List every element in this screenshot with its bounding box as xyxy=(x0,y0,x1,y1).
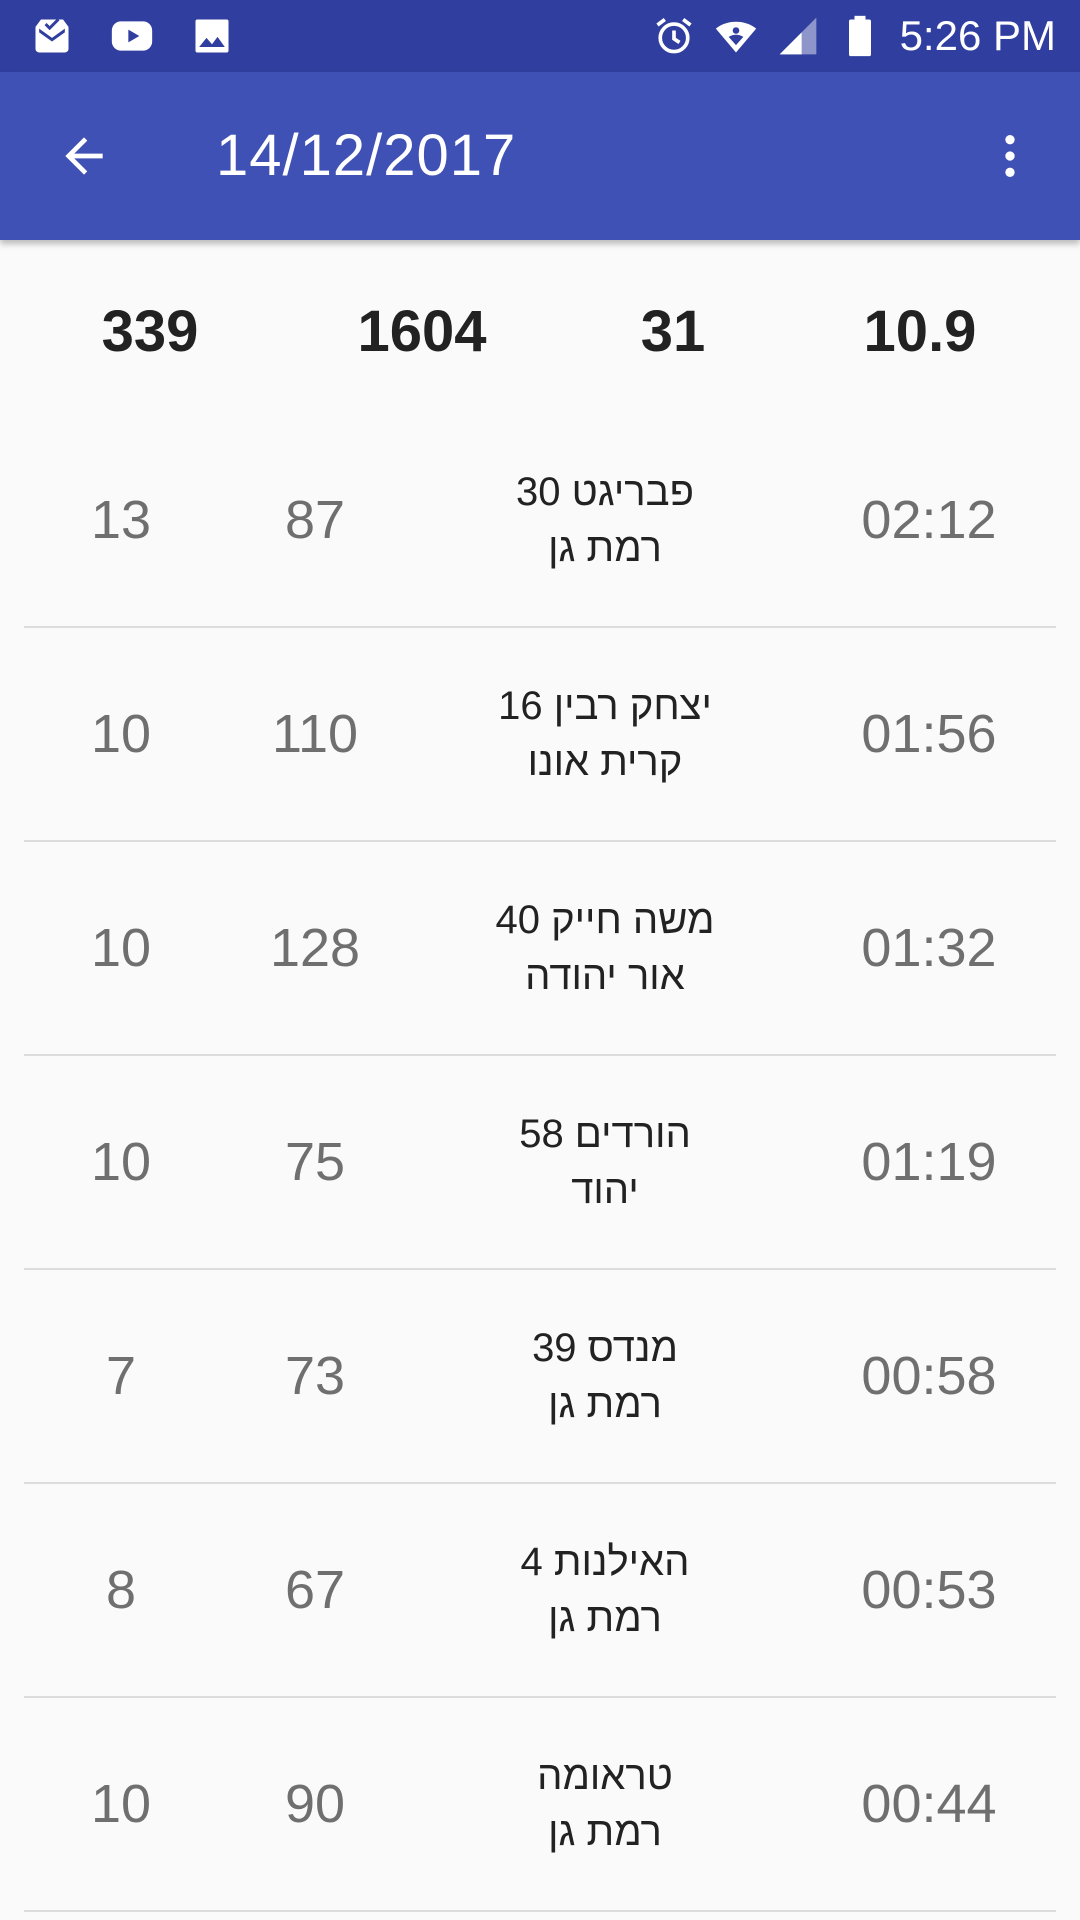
list-item-street: יצחק רבין 16 xyxy=(498,684,712,728)
list-item[interactable]: 8 67 האילנות 4 רמת גן 00:53 xyxy=(24,1484,1056,1698)
signal-icon xyxy=(779,17,816,55)
list-item-value-1: 13 xyxy=(90,490,152,550)
list-item-time: 02:12 xyxy=(861,490,997,550)
more-options-button[interactable] xyxy=(970,116,1050,196)
list-item-street: טראומה xyxy=(537,1754,673,1798)
list-item-value-1: 10 xyxy=(90,704,152,764)
list-item-value-1: 10 xyxy=(90,1774,152,1834)
list-item-street: משה חייק 40 xyxy=(495,898,715,942)
list-item-value-2: 73 xyxy=(284,1346,346,1406)
list-item-value-1: 10 xyxy=(90,1132,152,1192)
list-item-time: 00:58 xyxy=(861,1346,997,1406)
list-item[interactable]: 10 128 משה חייק 40 אור יהודה 01:32 xyxy=(24,842,1056,1056)
alarm-icon xyxy=(655,18,692,54)
battery-icon xyxy=(848,15,871,57)
list-item-value-2: 87 xyxy=(284,490,346,550)
summary-row: 339 1604 31 10.9 xyxy=(0,240,1080,420)
back-button[interactable] xyxy=(44,116,124,196)
list-item-address: יצחק רבין 16 קרית אונו xyxy=(498,678,712,790)
list-item-street: האילנות 4 xyxy=(520,1540,690,1584)
list-item-address: האילנות 4 רמת גן xyxy=(520,1534,689,1646)
wifi-icon xyxy=(715,21,756,53)
list-item[interactable]: 10 90 טראומה רמת גן 00:44 xyxy=(24,1698,1056,1912)
summary-value-2: 1604 xyxy=(357,299,487,364)
list-item-street: מנדס 39 xyxy=(532,1326,678,1370)
list-item-value-2: 75 xyxy=(284,1132,346,1192)
list-item-city: רמת גן xyxy=(548,1382,662,1426)
summary-value-3: 31 xyxy=(640,299,706,364)
list-item-city: רמת גן xyxy=(548,1810,662,1854)
arrow-back-icon xyxy=(65,137,103,175)
list-item-value-2: 67 xyxy=(284,1560,346,1620)
list-item-address: הורדים 58 יהוד xyxy=(519,1106,691,1218)
list-item-city: רמת גן xyxy=(548,526,662,570)
list-item[interactable]: 10 110 יצחק רבין 16 קרית אונו 01:56 xyxy=(24,628,1056,842)
list-item-street: פבריגט 30 xyxy=(516,470,694,514)
list-item-value-2: 110 xyxy=(271,704,359,764)
list-item[interactable]: 13 87 פבריגט 30 רמת גן 02:12 xyxy=(24,414,1056,628)
list-item[interactable]: 7 73 מנדס 39 רמת גן 00:58 xyxy=(24,1270,1056,1484)
list-item-time: 01:19 xyxy=(861,1132,997,1192)
list-item-address: פבריגט 30 רמת גן xyxy=(516,464,694,576)
status-bar: 5:26 PM xyxy=(0,0,1080,72)
list-item-address: טראומה רמת גן xyxy=(537,1748,673,1860)
list-item-time: 00:53 xyxy=(861,1560,997,1620)
youtube-icon xyxy=(111,21,153,51)
list-item-address: מנדס 39 רמת גן xyxy=(532,1320,678,1432)
status-right-icons: 5:26 PM xyxy=(652,10,1056,62)
list-item-time: 01:56 xyxy=(861,704,997,764)
list-item-city: רמת גן xyxy=(548,1596,662,1640)
list-item-street: הורדים 58 xyxy=(519,1112,691,1156)
status-time: 5:26 PM xyxy=(899,12,1056,59)
list-item-time: 00:44 xyxy=(861,1774,997,1834)
image-icon xyxy=(195,19,229,53)
list-item-value-2: 128 xyxy=(269,918,361,978)
list-item-time: 01:32 xyxy=(861,918,997,978)
entries-list: 13 87 פבריגט 30 רמת גן 02:12 10 110 יצחק… xyxy=(0,414,1080,1912)
list-item-value-2: 90 xyxy=(284,1774,346,1834)
summary-value-4: 10.9 xyxy=(863,299,977,364)
page-title: 14/12/2017 xyxy=(216,123,517,188)
summary-value-1: 339 xyxy=(101,299,199,364)
list-item-city: יהוד xyxy=(571,1168,639,1212)
list-item-city: קרית אונו xyxy=(527,740,683,784)
list-item-value-1: 8 xyxy=(105,1560,137,1620)
list-item-city: אור יהודה xyxy=(525,954,685,998)
list-item-value-1: 10 xyxy=(90,918,152,978)
more-vert-icon xyxy=(1005,135,1015,177)
status-left-icons xyxy=(30,14,234,58)
list-item-value-1: 7 xyxy=(105,1346,137,1406)
list-item[interactable]: 10 75 הורדים 58 יהוד 01:19 xyxy=(24,1056,1056,1270)
inbox-icon xyxy=(35,18,69,53)
app-bar: 14/12/2017 xyxy=(0,72,1080,240)
list-item-address: משה חייק 40 אור יהודה xyxy=(495,892,714,1004)
